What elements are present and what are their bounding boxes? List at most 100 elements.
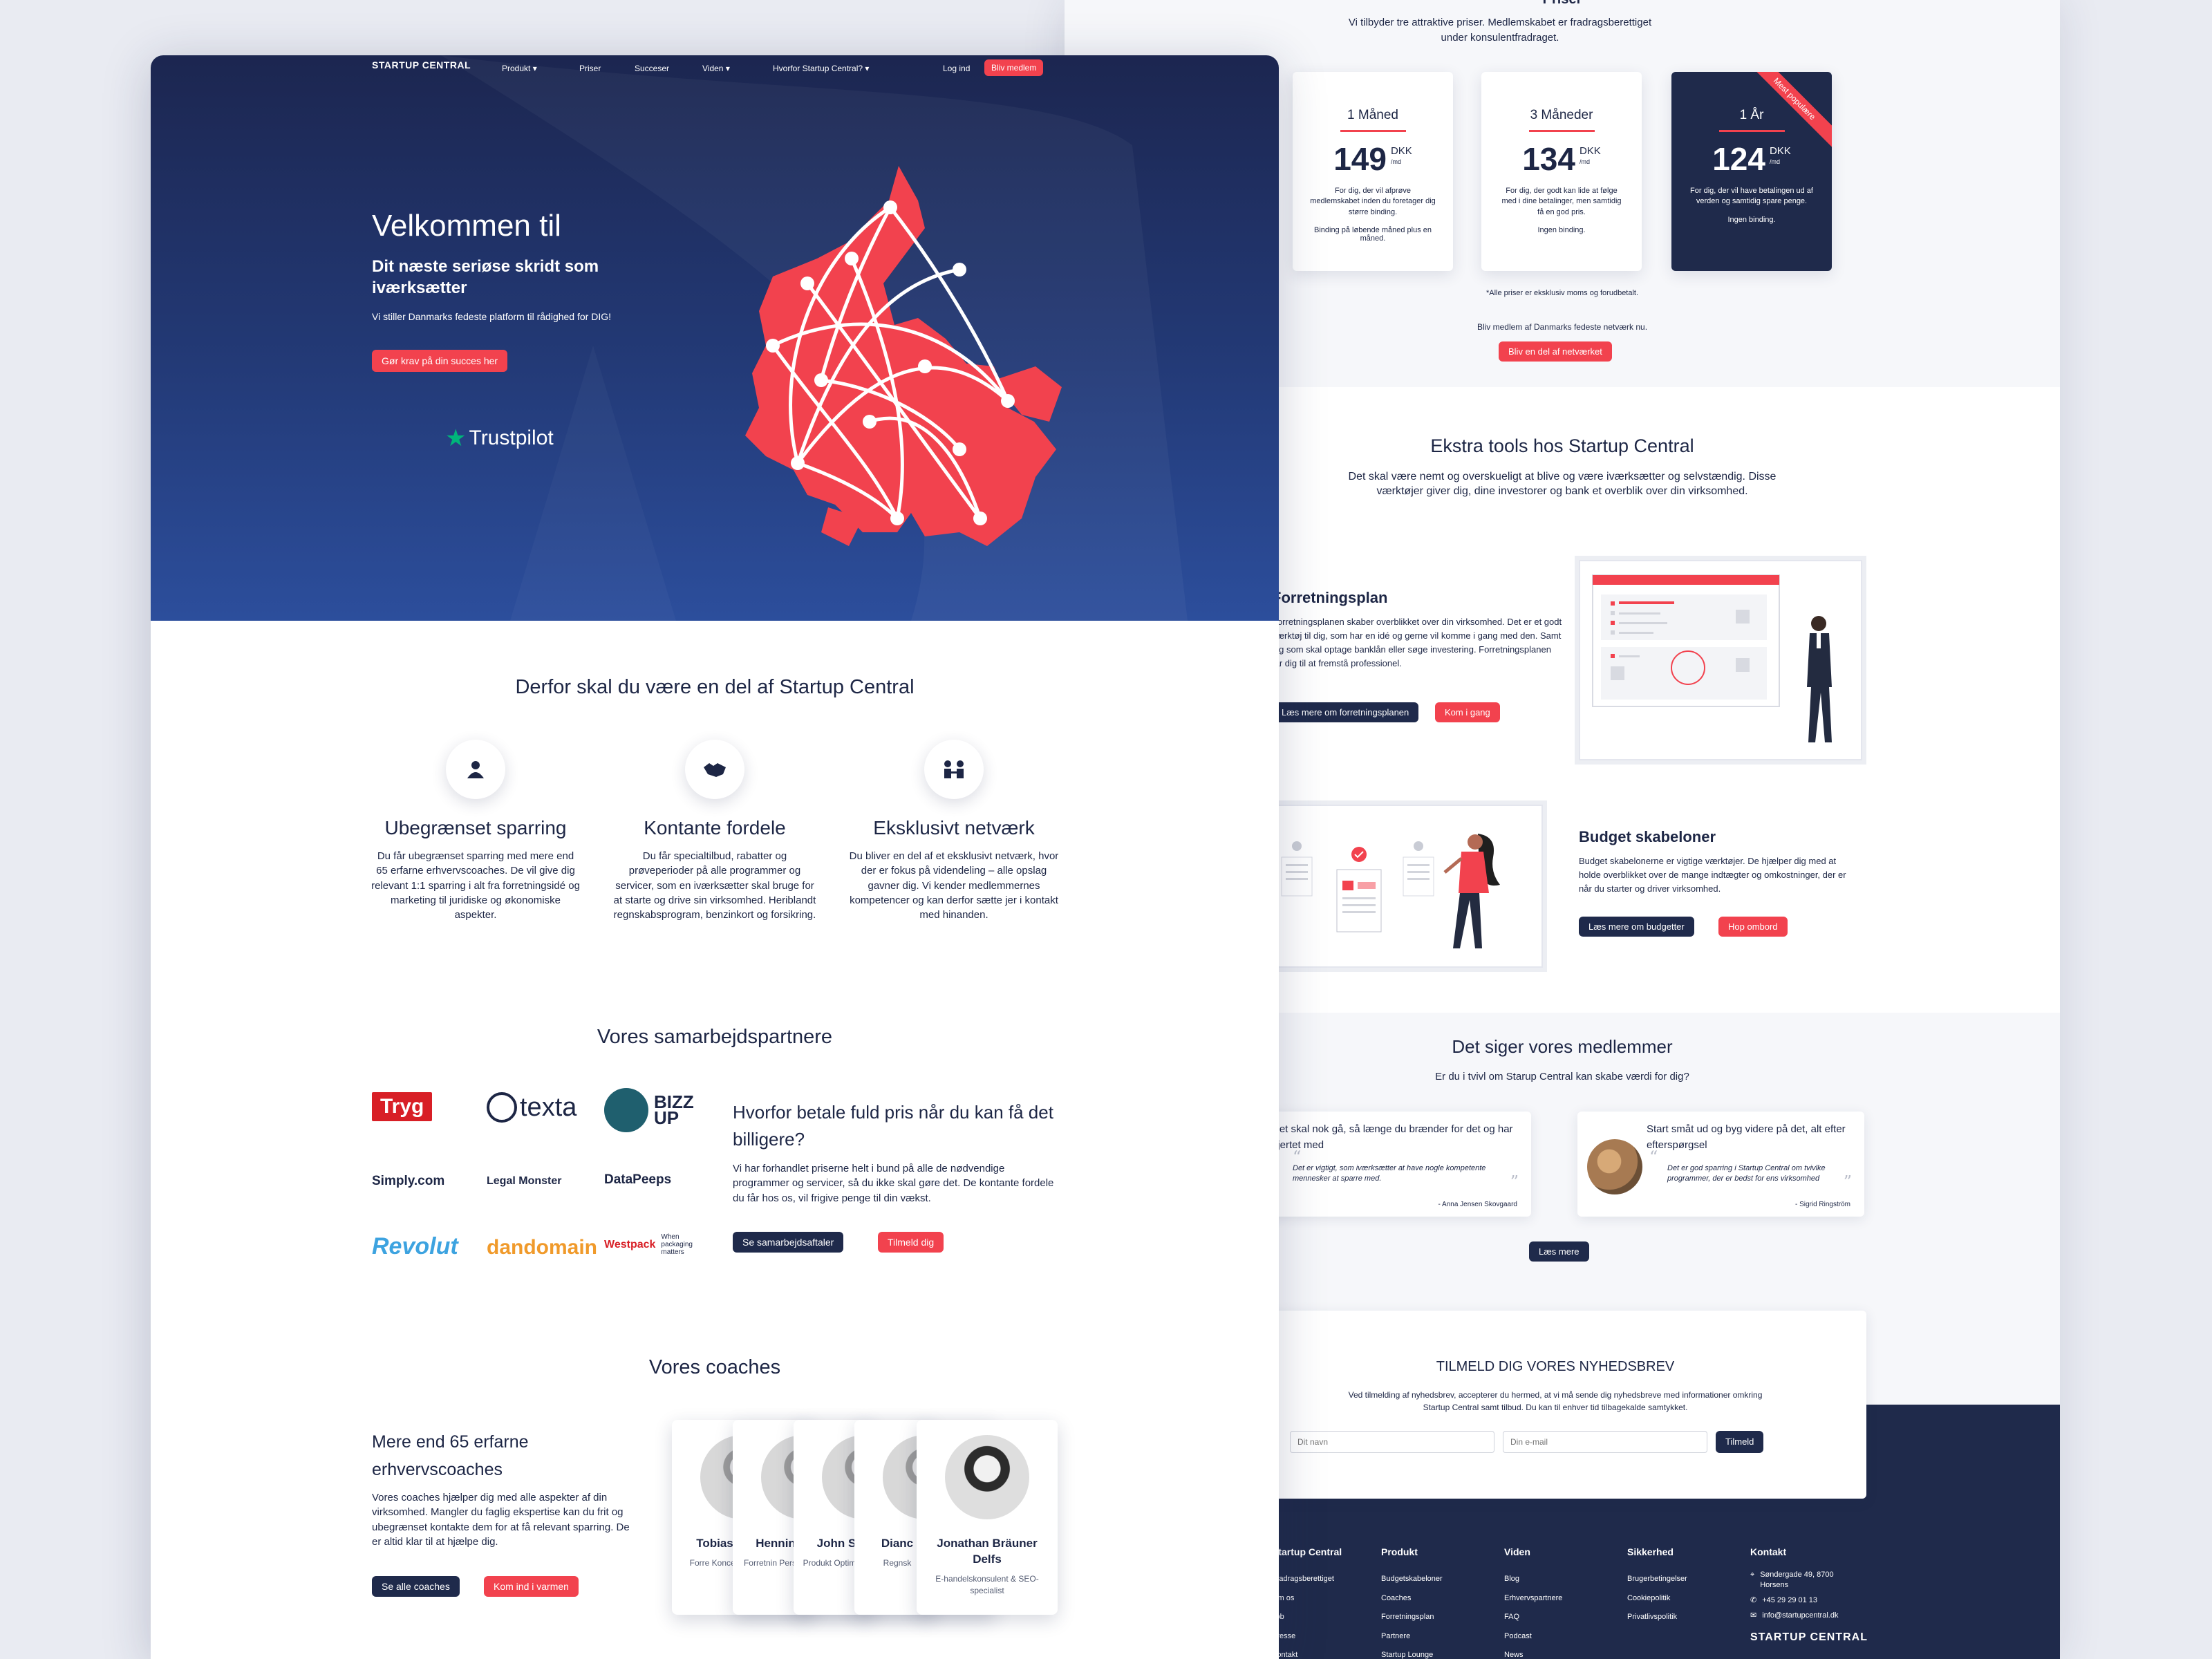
quote-open-icon: “ — [1293, 1147, 1302, 1167]
why-item-desc: Du får ubegrænset sparring med mere end … — [371, 850, 580, 921]
footer-link[interactable]: Om os — [1272, 1589, 1342, 1609]
coach-card[interactable]: Jonathan Bräuner Delfs E-handelskonsulen… — [917, 1420, 1058, 1615]
footer-link[interactable]: Brugerbetingelser — [1627, 1570, 1687, 1589]
phone-icon: ✆ — [1750, 1595, 1757, 1604]
why-item-desc: Du bliver en del af et eksklusivt netvær… — [849, 850, 1059, 921]
why-item-network: Eksklusivt netværk Du bliver en del af e… — [843, 740, 1065, 922]
nav-hvorfor[interactable]: Hvorfor Startup Central? ▾ — [773, 64, 869, 73]
tools-subtitle: Det skal være nemt og overskueligt at bl… — [1348, 471, 1777, 497]
hero-tagline: Vi stiller Danmarks fedeste platform til… — [372, 311, 611, 322]
footer-col-security: Sikkerhed Brugerbetingelser Cookiepoliti… — [1627, 1540, 1687, 1627]
plan-price-value: 149 — [1333, 141, 1387, 177]
footer-link[interactable]: Budgetskabeloner — [1381, 1570, 1443, 1589]
footer-col-contact: Kontakt ⌖ Søndergade 49, 8700 Horsens ✆ +4… — [1750, 1540, 1888, 1651]
footer-link[interactable]: Cookiepolitik — [1627, 1589, 1687, 1609]
footer-link[interactable]: Podcast — [1504, 1627, 1562, 1647]
texta-logo: texta — [487, 1092, 577, 1123]
quote-close-icon: ” — [1843, 1172, 1852, 1192]
footer-link[interactable]: FAQ — [1504, 1608, 1562, 1627]
why-item-title: Ubegrænset sparring — [384, 817, 567, 838]
nav-viden[interactable]: Viden ▾ — [702, 64, 730, 73]
pricing-intro: Vi tilbyder tre attraktive priser. Medle… — [1348, 17, 1652, 44]
name-input[interactable] — [1290, 1431, 1494, 1453]
footer-phone[interactable]: ✆ +45 29 29 01 13 — [1750, 1591, 1888, 1611]
footer-link[interactable]: Blog — [1504, 1570, 1562, 1589]
subscribe-button[interactable]: Tilmeld — [1716, 1431, 1764, 1453]
footer-phone-text: +45 29 29 01 13 — [1762, 1595, 1818, 1604]
testimonial-author: - Sigrid Ringström — [1794, 1201, 1850, 1208]
footer-link[interactable]: News — [1504, 1646, 1562, 1659]
plan-desc: For dig, der vil afprøve medlemskabet in… — [1310, 187, 1436, 216]
footer-link[interactable]: Fradragsberettiget — [1272, 1570, 1342, 1589]
nav-priser[interactable]: Priser — [579, 64, 601, 73]
read-budget-button[interactable]: Læs mere om budgetter — [1579, 917, 1694, 937]
footer-address: ⌖ Søndergade 49, 8700 Horsens — [1750, 1570, 1888, 1591]
nav-hvorfor-label: Hvorfor Startup Central? — [773, 64, 863, 73]
nav-signup-button[interactable]: Bliv medlem — [984, 59, 1044, 76]
sign-up-button[interactable]: Tilmeld dig — [878, 1232, 944, 1253]
chevron-down-icon: ▾ — [865, 64, 870, 73]
bizzup-logo-text: BIZZ UP — [654, 1091, 694, 1128]
quote-close-icon: ” — [1510, 1172, 1519, 1192]
plan-currency-label: DKK — [1579, 145, 1601, 157]
testimonial-quote: Det er vigtigt, som iværksætter at have … — [1293, 1163, 1486, 1183]
see-agreements-button[interactable]: Se samarbejdsaftaler — [733, 1232, 844, 1253]
nav-viden-label: Viden — [702, 64, 724, 73]
get-started-button[interactable]: Kom i gang — [1435, 702, 1500, 722]
hero-cta-button[interactable]: Gør krav på din succes her — [372, 350, 508, 372]
coach-name: Jonathan Bräuner Delfs — [937, 1537, 1038, 1566]
footer-link[interactable]: Startup Lounge — [1381, 1646, 1443, 1659]
nav-logo-text: STARTUP CENTRAL — [372, 59, 471, 71]
hero-section: STARTUP CENTRAL Produkt ▾ Priser Succese… — [151, 55, 1279, 621]
plan-price: 149 DKK/md — [1293, 140, 1453, 178]
price-card-3-months[interactable]: 3 Måneder 134 DKK/md For dig, der godt k… — [1481, 72, 1642, 271]
network-icon — [924, 740, 984, 799]
price-card-1-year[interactable]: Mest populære 1 År 124 DKK/md For dig, d… — [1671, 72, 1832, 271]
coach-role: E-handelskonsulent & SEO-specialist — [935, 1573, 1039, 1595]
join-network-button[interactable]: Bliv en del af netværket — [1499, 341, 1612, 362]
price-card-1-month[interactable]: 1 Måned 149 DKK/md For dig, der vil afpr… — [1293, 72, 1453, 271]
footer-link[interactable]: Presse — [1272, 1627, 1342, 1647]
footer-link[interactable]: Kontakt — [1272, 1646, 1342, 1659]
bizzup-mark-icon — [604, 1088, 648, 1132]
come-in-button[interactable]: Kom ind i varmen — [484, 1576, 579, 1597]
nav-login[interactable]: Log ind — [943, 64, 970, 73]
plan-price: 124 DKK/md — [1671, 140, 1832, 178]
chevron-down-icon: ▾ — [725, 64, 730, 73]
nav-logo[interactable]: STARTUP CENTRAL — [372, 59, 471, 71]
plan-unit: /md — [1579, 158, 1590, 165]
nav-succeser[interactable]: Succeser — [635, 64, 669, 73]
datapeeps-logo: DataPeeps — [604, 1172, 672, 1187]
see-all-coaches-button[interactable]: Se alle coaches — [372, 1576, 460, 1597]
footer-link[interactable]: Job — [1272, 1608, 1342, 1627]
footer-email[interactable]: ✉ info@startupcentral.dk — [1750, 1610, 1888, 1622]
why-item-benefits: Kontante fordele Du får specialtilbud, r… — [604, 740, 825, 922]
footer-address-text: Søndergade 49, 8700 Horsens — [1760, 1571, 1834, 1590]
quote-open-icon: “ — [1649, 1147, 1658, 1167]
nav-produkt[interactable]: Produkt ▾ — [502, 64, 537, 73]
denmark-network-map — [745, 166, 1062, 546]
plan-price: 134 DKK/md — [1481, 140, 1642, 178]
plan-currency: DKK/md — [1770, 144, 1791, 166]
footer-link[interactable]: Privatlivspolitik — [1627, 1608, 1687, 1627]
read-business-plan-button[interactable]: Læs mere om forretningsplanen — [1272, 702, 1419, 722]
testimonial-card: “ Det skal nok gå, så længe du brænder f… — [1244, 1112, 1531, 1217]
footer-link[interactable]: Coaches — [1381, 1589, 1443, 1609]
simply-logo: Simply.com — [372, 1174, 445, 1188]
hop-aboard-button[interactable]: Hop ombord — [1718, 917, 1788, 937]
footer-link[interactable]: Erhvervspartnere — [1504, 1589, 1562, 1609]
footer-link[interactable]: Forretningsplan — [1381, 1608, 1443, 1627]
trustpilot-widget[interactable]: ★ Trustpilot — [445, 424, 554, 452]
user-icon — [446, 740, 505, 799]
hero-background-shape — [441, 55, 1188, 621]
email-input[interactable] — [1503, 1431, 1707, 1453]
texta-mark-icon — [487, 1092, 517, 1123]
westpack-logo-text: Westpack — [604, 1238, 656, 1250]
budget-illustration — [1272, 805, 1543, 968]
read-more-button[interactable]: Læs mere — [1529, 1241, 1589, 1262]
plan-title: 1 Måned — [1347, 108, 1398, 122]
footer-logo[interactable]: STARTUP CENTRAL — [1750, 1624, 1888, 1651]
hero-subtitle: Dit næste seriøse skridt som iværksætter — [372, 257, 599, 298]
footer-link[interactable]: Partnere — [1381, 1627, 1443, 1647]
newsletter-title: TILMELD DIG VORES NYHEDSBREV — [1436, 1359, 1675, 1374]
